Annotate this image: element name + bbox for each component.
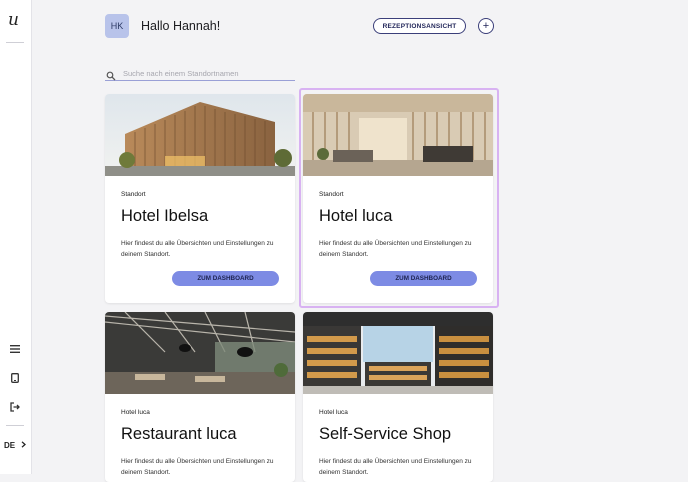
search-icon [106, 68, 116, 81]
tablet-icon[interactable] [9, 372, 21, 384]
card-description: Hier findest du alle Übersichten und Ein… [121, 240, 274, 258]
card-title: Self-Service Shop [319, 425, 452, 443]
language-switch[interactable]: DE [4, 441, 27, 450]
add-location-button[interactable]: + [478, 18, 494, 34]
language-label: DE [4, 441, 16, 450]
reception-view-button[interactable]: REZEPTIONSANSICHT [373, 18, 466, 34]
location-image [303, 312, 493, 394]
greeting-title: Hallo Hannah! [141, 19, 221, 33]
card-kicker: Hotel luca [121, 409, 150, 416]
card-kicker: Standort [121, 191, 146, 198]
logout-icon[interactable] [9, 401, 21, 413]
search-input[interactable] [123, 68, 283, 78]
dashboard-button[interactable]: ZUM DASHBOARD [172, 271, 279, 286]
location-card: Hotel luca Restaurant luca Hier findest … [105, 312, 295, 482]
card-description: Hier findest du alle Übersichten und Ein… [319, 458, 472, 476]
card-description: Hier findest du alle Übersichten und Ein… [121, 458, 274, 476]
card-title: Restaurant luca [121, 425, 237, 443]
sidebar-divider-bottom [6, 425, 24, 426]
card-title: Hotel Ibelsa [121, 207, 209, 225]
card-kicker: Hotel luca [319, 409, 348, 416]
sidebar: u DE [0, 0, 32, 474]
search-bar [105, 66, 295, 81]
sidebar-divider-top [6, 42, 24, 43]
location-image [105, 312, 295, 394]
menu-icon[interactable] [9, 343, 21, 355]
location-card: Hotel luca Self-Service Shop Hier findes… [303, 312, 493, 482]
brand-logo[interactable]: u [8, 10, 19, 30]
avatar[interactable]: HK [105, 14, 129, 38]
location-card: Standort Hotel Ibelsa Hier findest du al… [105, 94, 295, 303]
location-image [105, 94, 295, 176]
main-content: HK Hallo Hannah! REZEPTIONSANSICHT + Suc… [31, 0, 688, 482]
selection-outline [299, 88, 499, 308]
plus-icon: + [482, 19, 490, 32]
chevron-right-icon [21, 441, 27, 450]
